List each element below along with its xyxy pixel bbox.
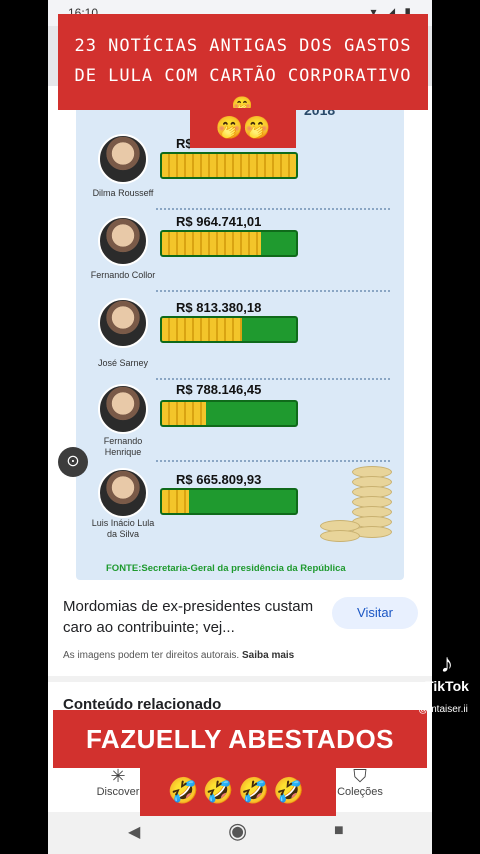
amount-label: R$ 665.809,93 (176, 472, 262, 487)
rights-text: As imagens podem ter direitos autorais. (63, 650, 240, 661)
president-name: Luis Inácio Lula da Silva (91, 518, 155, 539)
president-name: Fernando Collor (90, 270, 156, 280)
tiktok-logo-icon: ♪ (440, 648, 454, 678)
infographic-image[interactable]: 2018 Dilma Rousseff R$ Fernando Collor R… (76, 88, 404, 580)
tiktok-watermark: ♪ TikTok @mtaiser.ii (418, 648, 476, 715)
president-name: Fernando Henrique (103, 436, 143, 457)
rights-notice: As imagens podem ter direitos autorais. … (63, 650, 294, 661)
top-caption-emoji: 🤭🤭 (190, 108, 296, 148)
back-icon[interactable]: ◀ (128, 822, 140, 842)
visit-button[interactable]: Visitar (332, 597, 418, 629)
nav-discover-label: Discover (96, 786, 140, 798)
tiktok-handle: @mtaiser.ii (418, 704, 468, 715)
recents-icon[interactable]: ■ (334, 822, 344, 840)
result-title[interactable]: Mordomias de ex-presidentes custam caro … (63, 596, 323, 638)
system-navigation: ◀ ◉ ■ (48, 812, 432, 854)
home-icon[interactable]: ◉ (228, 818, 247, 844)
learn-more-link[interactable]: Saiba mais (242, 650, 294, 661)
spending-bar (160, 488, 298, 515)
row-divider (156, 208, 390, 210)
spending-bar (160, 230, 298, 257)
amount-label: R$ 964.741,01 (176, 214, 262, 229)
amount-label: R$ 813.380,18 (176, 300, 262, 315)
avatar (98, 384, 148, 434)
row-divider (156, 290, 390, 292)
avatar (98, 468, 148, 518)
top-caption-banner: 23 NOTÍCIAS ANTIGAS DOS GASTOS DE LULA C… (58, 14, 428, 116)
spending-bar (160, 400, 298, 427)
amount-label: R$ 788.146,45 (176, 382, 262, 397)
tiktok-brand: TikTok (425, 678, 469, 694)
avatar (98, 298, 148, 348)
spending-bar (160, 316, 298, 343)
section-separator (48, 676, 432, 682)
president-name: José Sarney (97, 358, 149, 368)
avatar (98, 134, 148, 184)
source-caption: FONTE:Secretaria-Geral da presidência da… (106, 563, 346, 574)
lens-icon[interactable]: ⊙ (58, 447, 88, 477)
avatar (98, 216, 148, 266)
coins-illustration (316, 462, 396, 552)
president-name: Dilma Rousseff (92, 188, 154, 198)
spending-bar (160, 152, 298, 179)
bottom-caption-emoji: 🤣🤣🤣🤣 (140, 766, 336, 816)
nav-collections-label: Coleções (337, 786, 383, 798)
row-divider (156, 378, 390, 380)
bottom-caption-banner: FAZUELLY ABESTADOS (53, 710, 427, 768)
